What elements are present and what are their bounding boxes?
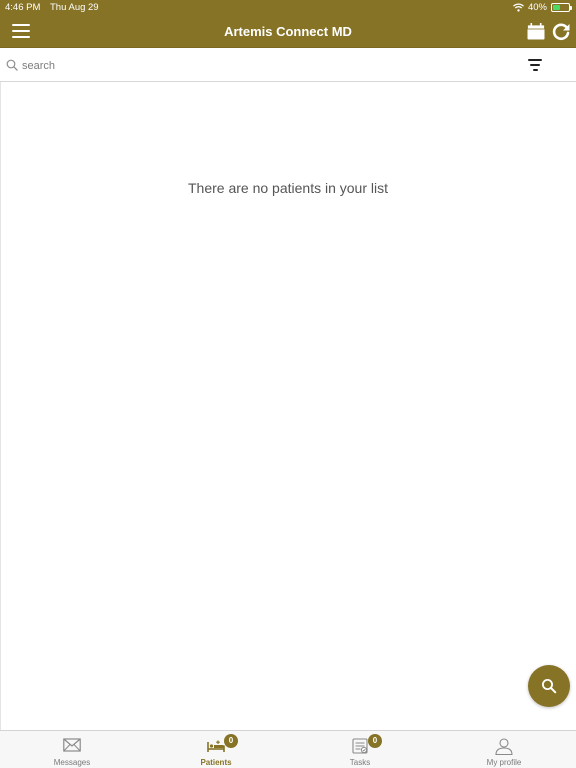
search-input[interactable] <box>22 56 492 75</box>
status-bar: 4:46 PM Thu Aug 29 40% <box>0 0 576 15</box>
status-time: 4:46 PM <box>5 2 41 13</box>
calendar-button[interactable] <box>527 23 545 40</box>
tab-label: Messages <box>53 758 91 767</box>
search-bar <box>0 49 576 82</box>
tab-patients[interactable]: 0 Patients <box>144 731 288 768</box>
patients-count-badge: 0 <box>224 734 238 748</box>
checklist-icon <box>352 738 368 754</box>
refresh-button[interactable] <box>551 22 571 42</box>
tab-tasks[interactable]: 0 Tasks <box>288 731 432 768</box>
navigation-bar: Artemis Connect MD <box>0 15 576 48</box>
wifi-icon <box>513 3 524 12</box>
tab-label: Patients <box>200 758 232 767</box>
bed-icon <box>207 740 225 752</box>
battery-percent: 40% <box>527 2 547 13</box>
floating-search-button[interactable] <box>528 665 570 707</box>
status-right: 40% <box>513 0 572 15</box>
envelope-icon <box>63 738 81 752</box>
empty-state-message: There are no patients in your list <box>188 180 388 196</box>
tab-bar: Messages 0 Patients 0 Tasks My profile <box>0 730 576 768</box>
refresh-icon <box>552 23 570 41</box>
app-header: 4:46 PM Thu Aug 29 40% Artemis Connect M… <box>0 0 576 48</box>
status-date: Thu Aug 29 <box>50 2 99 13</box>
search-icon <box>542 679 557 694</box>
tab-label: My profile <box>486 758 522 767</box>
tab-messages[interactable]: Messages <box>0 731 144 768</box>
filter-icon <box>528 59 542 61</box>
page-title: Artemis Connect MD <box>224 24 352 39</box>
filter-button[interactable] <box>527 59 543 71</box>
battery-icon <box>551 3 572 12</box>
tab-label: Tasks <box>349 758 371 767</box>
search-icon <box>6 59 18 71</box>
tasks-count-badge: 0 <box>368 734 382 748</box>
person-icon <box>495 738 513 755</box>
tab-my-profile[interactable]: My profile <box>432 731 576 768</box>
calendar-icon <box>527 23 545 40</box>
